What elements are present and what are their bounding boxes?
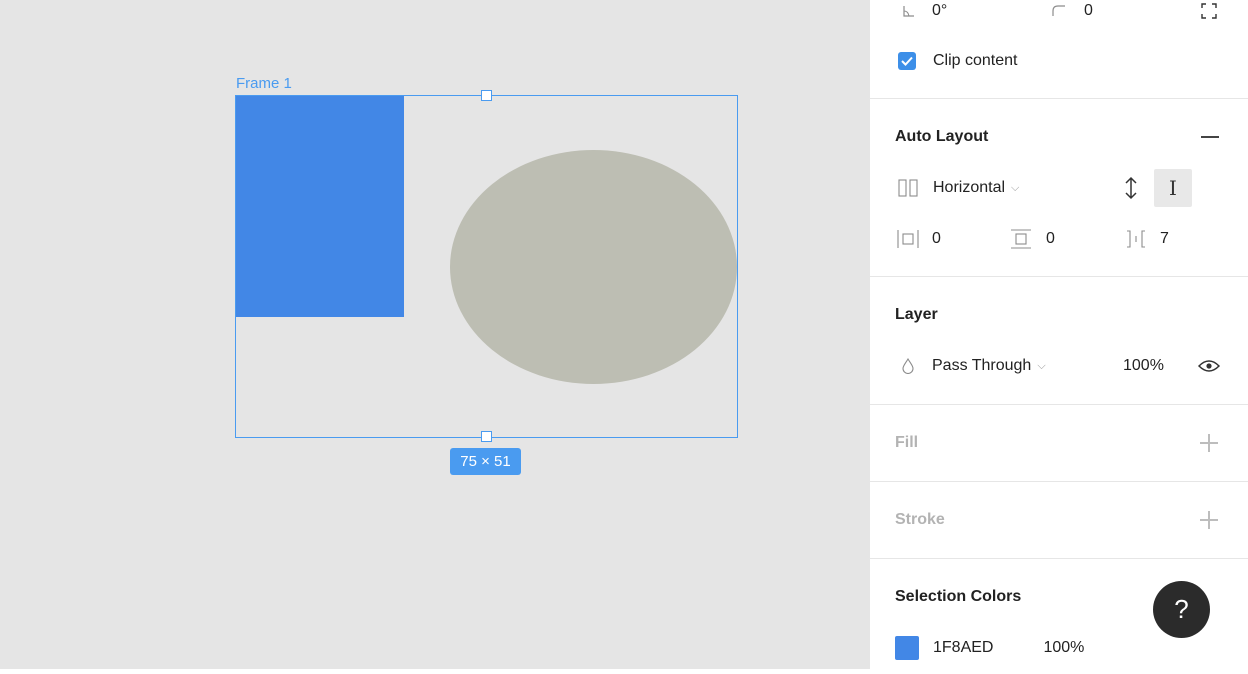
padding-horizontal-icon [897, 229, 919, 249]
divider [870, 98, 1248, 99]
layer-title: Layer [895, 306, 938, 323]
direction-value: Horizontal [933, 179, 1006, 196]
clip-content-checkbox[interactable] [898, 52, 916, 70]
text-cursor-icon[interactable]: I [1154, 169, 1192, 207]
corner-radius-value: 0 [1084, 2, 1093, 19]
expand-corners-icon [1201, 3, 1217, 19]
divider [870, 276, 1248, 277]
rotation-field[interactable]: 0° [901, 0, 947, 22]
chevron-down-icon: ⌵ [1037, 359, 1046, 372]
blend-mode-icon [901, 358, 915, 374]
checkmark-icon [901, 56, 913, 66]
direction-dropdown[interactable]: Horizontal ⌵ [898, 177, 1019, 199]
remove-auto-layout-icon[interactable] [1201, 136, 1219, 138]
angle-icon [901, 5, 917, 17]
bottom-strip [0, 669, 1248, 674]
design-canvas[interactable]: Frame 1 75 × 51 [0, 0, 870, 669]
fill-title: Fill [895, 434, 919, 451]
add-fill-icon[interactable] [1200, 434, 1218, 452]
divider [870, 481, 1248, 482]
clip-content-label: Clip content [933, 52, 1018, 69]
frame-1[interactable] [235, 95, 738, 438]
spacing-field[interactable]: 7 [1125, 228, 1169, 250]
resize-handle-bottom[interactable] [481, 431, 492, 442]
independent-corners-button[interactable] [1201, 0, 1217, 22]
padding-horizontal-value: 0 [932, 230, 941, 247]
clip-content-row[interactable]: Clip content [898, 50, 1018, 72]
auto-layout-title: Auto Layout [895, 128, 989, 145]
padding-vertical-value: 0 [1046, 230, 1055, 247]
chevron-down-icon: ⌵ [1011, 181, 1020, 194]
ellipse-layer[interactable] [450, 150, 737, 384]
layer-opacity-field[interactable]: 100% [1123, 355, 1164, 377]
stroke-title: Stroke [895, 511, 945, 528]
padding-horizontal-field[interactable]: 0 [897, 228, 941, 250]
color-swatch[interactable] [895, 636, 919, 660]
selection-colors-title: Selection Colors [895, 588, 1022, 605]
selection-color-item[interactable]: 1F8AED 100% [895, 636, 1084, 660]
rectangle-layer[interactable] [236, 96, 404, 317]
divider [870, 558, 1248, 559]
properties-panel: 0° 0 Clip content Auto Layout Horizontal… [870, 0, 1248, 669]
add-stroke-icon[interactable] [1200, 511, 1218, 529]
color-opacity[interactable]: 100% [1043, 639, 1084, 657]
rotation-value: 0° [932, 2, 948, 19]
corner-radius-field[interactable]: 0 [1051, 0, 1093, 22]
padding-vertical-field[interactable]: 0 [1010, 228, 1055, 250]
blend-mode-value: Pass Through [932, 357, 1032, 374]
corner-radius-icon [1051, 5, 1067, 17]
size-badge: 75 × 51 [450, 448, 521, 475]
vertical-arrows-icon [1124, 176, 1138, 200]
help-button[interactable]: ? [1153, 581, 1210, 638]
blend-mode-dropdown[interactable]: Pass Through ⌵ [901, 355, 1046, 377]
frame-label[interactable]: Frame 1 [236, 75, 292, 92]
spacing-value: 7 [1160, 230, 1169, 247]
eye-icon [1198, 359, 1220, 373]
horizontal-layout-icon [898, 179, 918, 197]
layer-opacity-value: 100% [1123, 357, 1164, 374]
visibility-toggle[interactable] [1198, 355, 1220, 377]
color-hex[interactable]: 1F8AED [933, 639, 993, 657]
resize-handle-top[interactable] [481, 90, 492, 101]
resizing-vertical-button[interactable] [1124, 174, 1138, 202]
divider [870, 404, 1248, 405]
padding-vertical-icon [1010, 229, 1032, 249]
spacing-between-icon [1125, 229, 1147, 249]
